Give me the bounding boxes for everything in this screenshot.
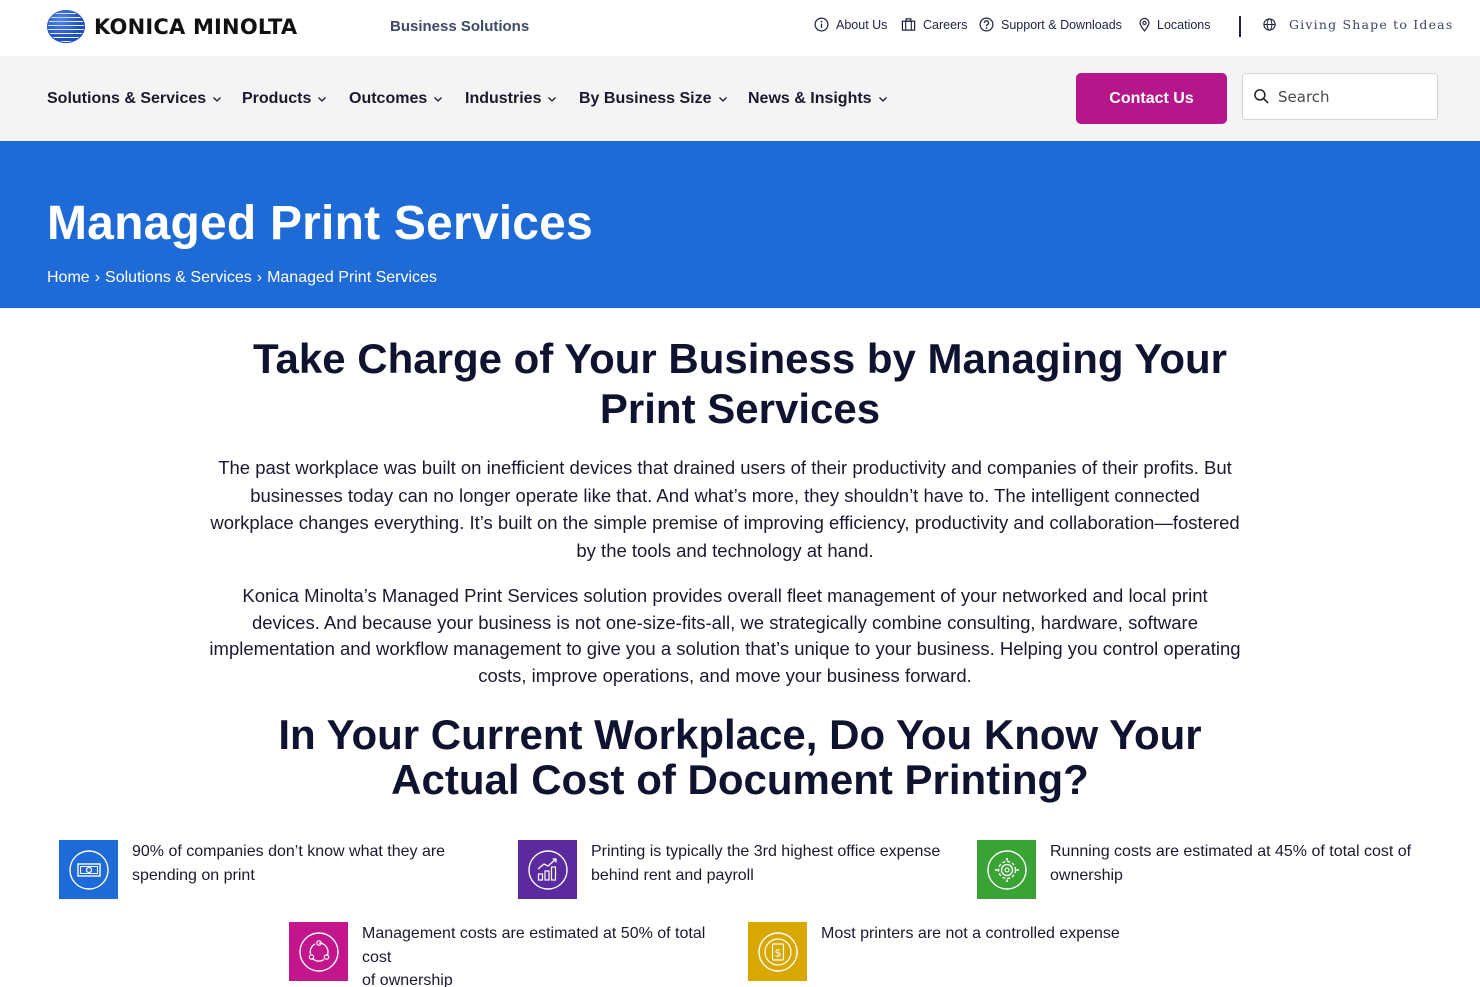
breadcrumb-home[interactable]: Home bbox=[47, 269, 90, 287]
intro-paragraph: The past workplace was built on ineffici… bbox=[170, 454, 1280, 564]
globe-icon bbox=[1263, 18, 1276, 31]
utility-link-careers[interactable]: Careers bbox=[901, 17, 967, 32]
breadcrumb-current: Managed Print Services bbox=[267, 269, 437, 286]
stat-text: Management costs are estimated at 50% of… bbox=[362, 922, 739, 987]
heading-line: In Your Current Workplace, Do You Know Y… bbox=[278, 711, 1202, 758]
paragraph-line: businesses today can no longer operate l… bbox=[250, 484, 1200, 506]
growth-chart-icon bbox=[527, 849, 568, 890]
stat-line: of ownership bbox=[362, 972, 453, 987]
stat-line: 90% of companies don’t know what they ar… bbox=[132, 843, 446, 860]
stat-line: behind rent and payroll bbox=[591, 866, 754, 884]
gear-icon bbox=[986, 849, 1027, 890]
paragraph-line: costs, improve operations, and move your… bbox=[478, 664, 972, 686]
help-icon bbox=[979, 17, 994, 32]
svg-text:$: $ bbox=[774, 946, 781, 959]
chevron-down-icon bbox=[548, 97, 557, 102]
stat-text: Running costs are estimated at 45% of to… bbox=[1050, 840, 1411, 887]
hero-banner: Managed Print Services Home › Solutions … bbox=[0, 141, 1480, 308]
stat-icon-tile bbox=[977, 840, 1036, 899]
nav-item-label: News & Insights bbox=[748, 90, 872, 107]
top-bar: KONICA MINOLTA Business Solutions About … bbox=[0, 0, 1480, 56]
mps-paragraph: Konica Minolta’s Managed Print Services … bbox=[170, 583, 1280, 689]
logo-text: KONICA MINOLTA bbox=[94, 14, 298, 39]
stat-line: Most printers are not a controlled expen… bbox=[821, 925, 1120, 942]
cycle-icon bbox=[298, 931, 339, 972]
stat-icon-tile bbox=[518, 840, 577, 899]
paragraph-line: The past workplace was built on ineffici… bbox=[218, 457, 1232, 478]
utility-link-label: Locations bbox=[1157, 17, 1211, 32]
heading-line: Print Services bbox=[599, 385, 881, 432]
utility-link-label: About Us bbox=[836, 17, 888, 32]
tagline-text: Giving Shape to Ideas bbox=[1289, 17, 1454, 32]
dollar-icon: $ bbox=[757, 931, 798, 972]
search-box[interactable] bbox=[1242, 73, 1438, 120]
paragraph-line: devices. And because your business is no… bbox=[251, 611, 1199, 633]
heading-line: Take Charge of Your Business by Managing… bbox=[253, 335, 1227, 382]
stat-line: Running costs are estimated at 45% of to… bbox=[1050, 843, 1412, 860]
chevron-down-icon bbox=[318, 97, 327, 102]
stat-icon-tile bbox=[289, 922, 348, 981]
section-heading-take-charge: Take Charge of Your Business by Managing… bbox=[140, 334, 1340, 434]
paragraph-line: Konica Minolta’s Managed Print Services … bbox=[242, 585, 1208, 606]
breadcrumb-separator: › bbox=[94, 269, 101, 286]
nav-item-label: By Business Size bbox=[579, 90, 712, 107]
stat-line: Printing is typically the 3rd highest of… bbox=[591, 843, 941, 860]
stat-line: spending on print bbox=[132, 866, 255, 884]
nav-item-news-insights[interactable]: News & Insights bbox=[748, 90, 888, 108]
nav-item-outcomes[interactable]: Outcomes bbox=[349, 90, 443, 108]
heading-line: Actual Cost of Document Printing? bbox=[391, 756, 1089, 803]
nav-item-solutions-services[interactable]: Solutions & Services bbox=[47, 90, 222, 108]
nav-item-products[interactable]: Products bbox=[242, 90, 327, 108]
main-nav: Solutions & Services Products Outcomes I… bbox=[0, 56, 1480, 141]
stat-item: Running costs are estimated at 45% of to… bbox=[977, 840, 1437, 899]
paragraph-line: implementation and workflow management t… bbox=[209, 638, 1241, 659]
utility-link-support[interactable]: Support & Downloads bbox=[979, 17, 1122, 32]
nav-item-label: Solutions & Services bbox=[47, 90, 207, 107]
chevron-down-icon bbox=[213, 97, 222, 102]
logo[interactable]: KONICA MINOLTA bbox=[47, 10, 297, 43]
stat-text: Printing is typically the 3rd highest of… bbox=[591, 840, 940, 887]
nav-item-industries[interactable]: Industries bbox=[465, 90, 557, 108]
paragraph-line: workplace changes everything. It’s built… bbox=[210, 512, 1240, 533]
stat-item: 90% of companies don’t know what they ar… bbox=[59, 840, 479, 899]
search-icon[interactable] bbox=[1253, 88, 1270, 105]
contact-us-button[interactable]: Contact Us bbox=[1076, 73, 1227, 124]
stat-line: Management costs are estimated at 50% of… bbox=[362, 925, 706, 966]
globe-logo-icon bbox=[47, 10, 85, 43]
chevron-down-icon bbox=[878, 97, 887, 102]
section-heading-cost-of-printing: In Your Current Workplace, Do You Know Y… bbox=[140, 712, 1340, 802]
breadcrumb-separator: › bbox=[256, 269, 263, 286]
search-input[interactable] bbox=[1278, 87, 1428, 106]
stat-icon-tile: $ bbox=[748, 922, 807, 981]
utility-link-locations[interactable]: Locations bbox=[1137, 17, 1211, 32]
utility-divider bbox=[1239, 16, 1241, 37]
nav-item-by-business-size[interactable]: By Business Size bbox=[579, 90, 728, 108]
breadcrumb-solutions-services[interactable]: Solutions & Services bbox=[105, 269, 252, 287]
page-title: Managed Print Services bbox=[47, 197, 593, 250]
paragraph-line: by the tools and technology at hand. bbox=[576, 539, 874, 561]
nav-item-label: Products bbox=[242, 90, 312, 107]
stat-line: ownership bbox=[1050, 866, 1123, 884]
location-pin-icon bbox=[1139, 17, 1150, 32]
nav-item-label: Industries bbox=[465, 90, 542, 107]
stat-item: Management costs are estimated at 50% of… bbox=[289, 922, 739, 987]
breadcrumb: Home › Solutions & Services › Managed Pr… bbox=[47, 269, 437, 287]
chevron-down-icon bbox=[718, 97, 727, 102]
stat-icon-tile bbox=[59, 840, 118, 899]
stat-text: 90% of companies don’t know what they ar… bbox=[132, 840, 445, 887]
info-icon bbox=[814, 17, 829, 32]
money-icon bbox=[68, 849, 109, 890]
briefcase-icon bbox=[901, 18, 916, 31]
stat-text: Most printers are not a controlled expen… bbox=[821, 922, 1120, 946]
division-label[interactable]: Business Solutions bbox=[390, 18, 529, 35]
stat-item: $ Most printers are not a controlled exp… bbox=[748, 922, 1198, 981]
nav-item-label: Outcomes bbox=[349, 90, 428, 107]
utility-link-label: Careers bbox=[923, 17, 968, 32]
chevron-down-icon bbox=[434, 97, 443, 102]
stat-item: Printing is typically the 3rd highest of… bbox=[518, 840, 958, 899]
utility-link-label: Support & Downloads bbox=[1001, 17, 1122, 32]
utility-link-about[interactable]: About Us bbox=[814, 17, 887, 32]
tagline: Giving Shape to Ideas bbox=[1262, 17, 1453, 32]
